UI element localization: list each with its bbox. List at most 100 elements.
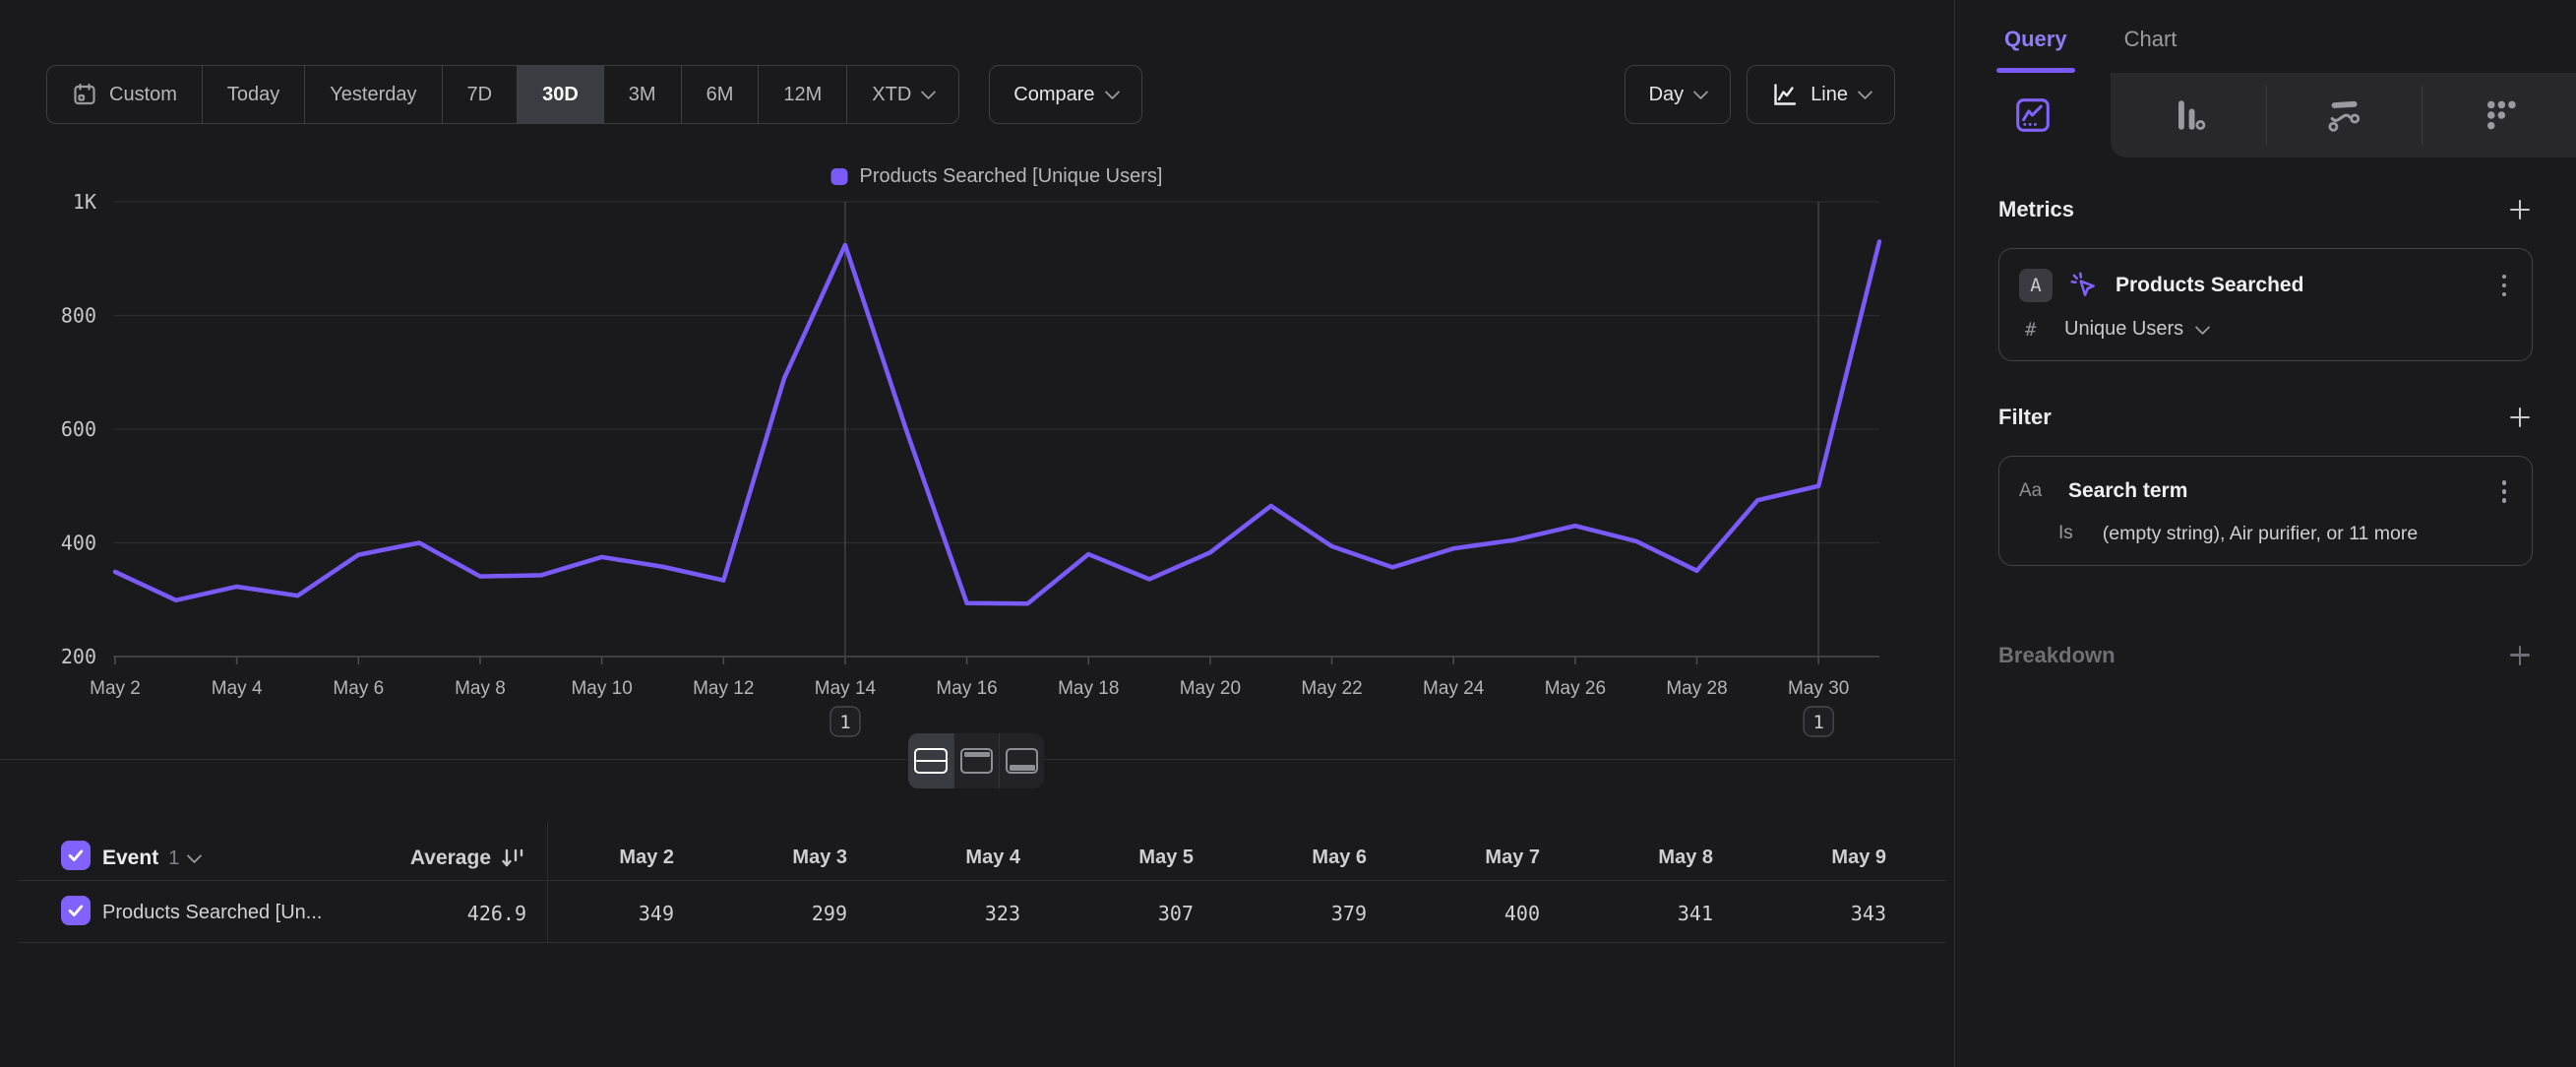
range-label: 12M [783, 84, 822, 106]
metric-letter-badge: A [2019, 269, 2053, 302]
metrics-title: Metrics [1998, 197, 2074, 222]
line-chart-icon [1771, 81, 1799, 108]
table-cell-value: 400 [1353, 902, 1540, 925]
range-label: Custom [109, 84, 177, 106]
add-filter-button[interactable] [2507, 405, 2533, 430]
range-7d-button[interactable]: 7D [443, 66, 519, 123]
chevron-down-icon [1104, 84, 1120, 99]
event-column-header[interactable]: Event 1 [102, 847, 200, 870]
metrics-section-header: Metrics [1998, 197, 2533, 222]
filter-value: (empty string), Air purifier, or 11 more [2103, 523, 2418, 545]
date-toolbar: Custom Today Yesterday 7D 30D 3M 6M 12M XTD Comp… [46, 65, 1142, 124]
table-cell-value: 343 [1699, 902, 1886, 925]
kebab-menu-icon[interactable] [2498, 476, 2511, 507]
chevron-down-icon [2195, 320, 2211, 336]
filter-condition[interactable]: Is (empty string), Air purifier, or 11 m… [2019, 523, 2510, 545]
date-column-header[interactable]: May 5 [1007, 847, 1194, 869]
table-row-divider [18, 942, 1946, 943]
range-label: XTD [872, 84, 911, 106]
results-table: Event 1 Average Products Searched [Un... [0, 0, 1954, 1067]
table-cell-value: 379 [1180, 902, 1367, 925]
add-metric-button[interactable] [2507, 197, 2533, 222]
flows-icon [2324, 95, 2363, 135]
aggregation-label: Unique Users [2064, 318, 2183, 341]
granularity-button[interactable]: Day [1625, 65, 1732, 124]
table-cell-value: 323 [833, 902, 1020, 925]
report-type-funnels-button[interactable] [2111, 73, 2266, 157]
aggregation-selector[interactable]: # Unique Users [2019, 318, 2510, 341]
range-label: Today [227, 84, 279, 106]
table-cell-value: 299 [660, 902, 847, 925]
event-count: 1 [168, 847, 179, 870]
filter-card-row: Aa Search term [2019, 476, 2510, 507]
sidebar-content: Metrics A Products Searched # [1955, 157, 2576, 668]
breakdown-title: Breakdown [1998, 643, 2116, 668]
chart-style-button[interactable]: Line [1747, 65, 1895, 124]
analytics-report-page: 2004006008001KMay 2May 4May 6May 8May 10… [0, 0, 2576, 1067]
report-type-strip [1955, 73, 2576, 157]
range-label: 3M [629, 84, 656, 106]
main-area: 2004006008001KMay 2May 4May 6May 8May 10… [0, 0, 1954, 1067]
event-header-label: Event [102, 847, 158, 870]
sidebar-tabs: Query Chart [1955, 0, 2576, 73]
range-3m-button[interactable]: 3M [604, 66, 682, 123]
report-type-insights-button[interactable] [1955, 73, 2111, 157]
filter-property-name[interactable]: Search term [2068, 479, 2187, 503]
table-header-divider [18, 880, 1946, 881]
filter-title: Filter [1998, 405, 2052, 430]
report-type-flows-button[interactable] [2266, 73, 2422, 157]
range-custom-button[interactable]: Custom [47, 66, 203, 123]
string-property-icon: Aa [2019, 480, 2053, 502]
table-cell-value: 341 [1526, 902, 1713, 925]
date-column-header[interactable]: May 7 [1353, 847, 1540, 869]
range-6m-button[interactable]: 6M [682, 66, 760, 123]
date-column-header[interactable]: May 9 [1699, 847, 1886, 869]
event-cursor-icon [2068, 270, 2100, 301]
table-cell-value: 307 [1007, 902, 1194, 925]
view-table-bottom-button[interactable] [999, 733, 1044, 788]
average-column-header[interactable]: Average [246, 847, 526, 870]
select-all-checkbox[interactable] [61, 841, 91, 870]
range-label: 6M [706, 84, 734, 106]
aggregation-type-icon: # [2025, 319, 2051, 341]
split-layout-icon [914, 748, 948, 774]
row-checkbox[interactable] [61, 896, 91, 925]
chart-style-label: Line [1810, 84, 1848, 106]
add-breakdown-button[interactable] [2507, 643, 2533, 668]
table-cell-value: 349 [487, 902, 674, 925]
tab-chart[interactable]: Chart [2118, 20, 2183, 73]
range-12m-button[interactable]: 12M [759, 66, 847, 123]
chart-controls: Day Line [1625, 65, 1895, 124]
kebab-menu-icon[interactable] [2498, 271, 2511, 301]
metric-card-row: A Products Searched [2019, 269, 2510, 302]
filter-operator: Is [2058, 523, 2073, 544]
compare-label: Compare [1013, 84, 1094, 106]
filter-section-header: Filter [1998, 405, 2533, 430]
funnels-icon [2169, 95, 2208, 135]
date-range-group: Custom Today Yesterday 7D 30D 3M 6M 12M XTD [46, 65, 959, 124]
chevron-down-icon [1693, 84, 1709, 99]
query-sidebar: Query Chart [1954, 0, 2576, 1067]
date-column-header[interactable]: May 8 [1526, 847, 1713, 869]
metric-card: A Products Searched # Unique Users [1998, 248, 2533, 361]
view-split-button[interactable] [908, 733, 953, 788]
range-label: Yesterday [330, 84, 416, 106]
granularity-label: Day [1649, 84, 1685, 106]
view-chart-top-button[interactable] [953, 733, 999, 788]
average-header-label: Average [410, 847, 491, 870]
range-30d-button[interactable]: 30D [518, 66, 604, 123]
range-yesterday-button[interactable]: Yesterday [305, 66, 442, 123]
date-column-header[interactable]: May 4 [833, 847, 1020, 869]
chart-top-layout-icon [960, 748, 993, 774]
report-type-more-button[interactable] [2422, 73, 2576, 157]
range-label: 7D [467, 84, 493, 106]
tab-query[interactable]: Query [1998, 20, 2073, 73]
filter-card: Aa Search term Is (empty string), Air pu… [1998, 456, 2533, 566]
range-today-button[interactable]: Today [203, 66, 305, 123]
metric-event-name[interactable]: Products Searched [2116, 274, 2303, 297]
range-xtd-button[interactable]: XTD [847, 66, 958, 123]
date-column-header[interactable]: May 3 [660, 847, 847, 869]
date-column-header[interactable]: May 6 [1180, 847, 1367, 869]
compare-button[interactable]: Compare [989, 65, 1141, 124]
date-column-header[interactable]: May 2 [487, 847, 674, 869]
